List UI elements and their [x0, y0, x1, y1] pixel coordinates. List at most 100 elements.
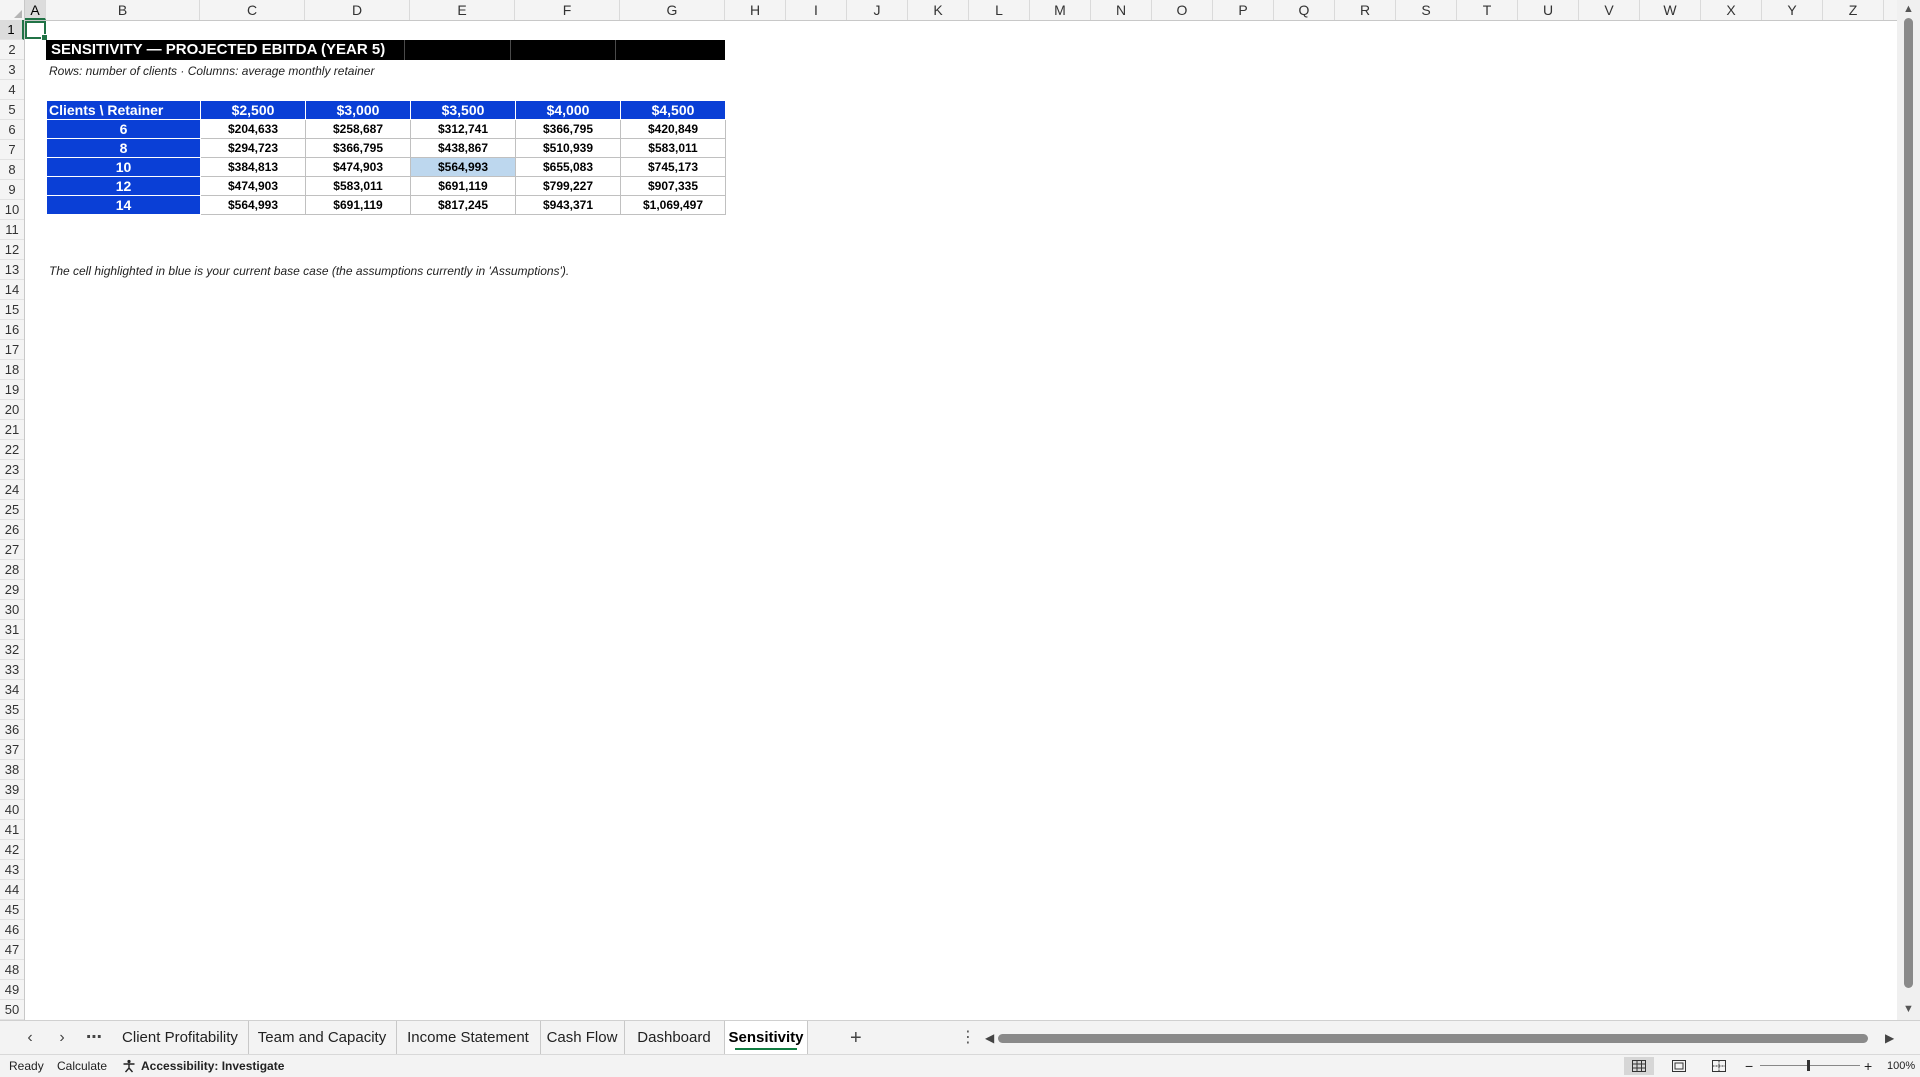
column-header-e[interactable]: E: [410, 0, 515, 20]
column-header-k[interactable]: K: [908, 0, 969, 20]
column-header-l[interactable]: L: [969, 0, 1030, 20]
ebitda-cell[interactable]: $420,849: [620, 119, 726, 139]
row-header-3[interactable]: 3: [0, 60, 24, 80]
row-header-42[interactable]: 42: [0, 840, 24, 860]
kebab-menu-icon[interactable]: ⋮: [960, 1021, 976, 1055]
ebitda-cell[interactable]: $474,903: [200, 176, 306, 196]
column-header-n[interactable]: N: [1091, 0, 1152, 20]
row-header-1[interactable]: 1: [0, 20, 24, 40]
row-header-50[interactable]: 50: [0, 1000, 24, 1020]
column-header-b[interactable]: B: [46, 0, 200, 20]
ebitda-cell[interactable]: $474,903: [305, 157, 411, 177]
clients-row-label[interactable]: 14: [46, 195, 201, 215]
row-header-27[interactable]: 27: [0, 540, 24, 560]
row-header-35[interactable]: 35: [0, 700, 24, 720]
row-header-22[interactable]: 22: [0, 440, 24, 460]
clients-row-label[interactable]: 8: [46, 138, 201, 158]
ebitda-cell[interactable]: $583,011: [305, 176, 411, 196]
ebitda-cell[interactable]: $438,867: [410, 138, 516, 158]
column-header-h[interactable]: H: [725, 0, 786, 20]
base-case-cell[interactable]: $564,993: [410, 157, 516, 177]
column-header-c[interactable]: C: [200, 0, 305, 20]
row-header-39[interactable]: 39: [0, 780, 24, 800]
row-header-10[interactable]: 10: [0, 200, 24, 220]
ebitda-cell[interactable]: $564,993: [200, 195, 306, 215]
retainer-header[interactable]: $4,500: [620, 100, 726, 120]
row-header-25[interactable]: 25: [0, 500, 24, 520]
ebitda-cell[interactable]: $366,795: [515, 119, 621, 139]
column-header-m[interactable]: M: [1030, 0, 1091, 20]
horizontal-scrollbar[interactable]: ◀ ▶: [985, 1021, 1895, 1055]
column-header-o[interactable]: O: [1152, 0, 1213, 20]
scroll-up-icon[interactable]: ▲: [1897, 0, 1920, 18]
zoom-slider-track[interactable]: [1760, 1065, 1860, 1066]
row-header-34[interactable]: 34: [0, 680, 24, 700]
plus-icon[interactable]: +: [850, 1021, 862, 1055]
row-header-2[interactable]: 2: [0, 40, 24, 60]
zoom-out-button[interactable]: −: [1745, 1055, 1753, 1077]
row-header-48[interactable]: 48: [0, 960, 24, 980]
row-header-43[interactable]: 43: [0, 860, 24, 880]
ebitda-cell[interactable]: $312,741: [410, 119, 516, 139]
column-header-u[interactable]: U: [1518, 0, 1579, 20]
ebitda-cell[interactable]: $943,371: [515, 195, 621, 215]
zoom-slider-thumb[interactable]: [1807, 1060, 1810, 1071]
ebitda-cell[interactable]: $204,633: [200, 119, 306, 139]
ellipsis-icon[interactable]: ⋯: [82, 1021, 106, 1055]
chevron-left-icon[interactable]: ‹: [18, 1021, 42, 1055]
column-header-r[interactable]: R: [1335, 0, 1396, 20]
scroll-right-icon[interactable]: ▶: [1885, 1021, 1894, 1055]
column-header-w[interactable]: W: [1640, 0, 1701, 20]
active-cell-selection[interactable]: [25, 21, 48, 41]
row-header-15[interactable]: 15: [0, 300, 24, 320]
row-header-44[interactable]: 44: [0, 880, 24, 900]
row-header-8[interactable]: 8: [0, 160, 24, 180]
row-header-31[interactable]: 31: [0, 620, 24, 640]
row-header-4[interactable]: 4: [0, 80, 24, 100]
normal-view-icon[interactable]: [1624, 1057, 1654, 1075]
accessibility-status[interactable]: Accessibility: Investigate: [141, 1055, 284, 1077]
row-header-37[interactable]: 37: [0, 740, 24, 760]
clients-row-label[interactable]: 6: [46, 119, 201, 139]
row-header-11[interactable]: 11: [0, 220, 24, 240]
row-header-6[interactable]: 6: [0, 120, 24, 140]
tab-team-and-capacity[interactable]: Team and Capacity: [248, 1021, 397, 1055]
column-header-g[interactable]: G: [620, 0, 725, 20]
ebitda-cell[interactable]: $907,335: [620, 176, 726, 196]
column-header-j[interactable]: J: [847, 0, 908, 20]
row-header-20[interactable]: 20: [0, 400, 24, 420]
row-header-13[interactable]: 13: [0, 260, 24, 280]
row-header-9[interactable]: 9: [0, 180, 24, 200]
row-header-32[interactable]: 32: [0, 640, 24, 660]
row-header-36[interactable]: 36: [0, 720, 24, 740]
row-header-26[interactable]: 26: [0, 520, 24, 540]
retainer-header[interactable]: $2,500: [200, 100, 306, 120]
tab-cash-flow[interactable]: Cash Flow: [540, 1021, 625, 1055]
ebitda-cell[interactable]: $655,083: [515, 157, 621, 177]
column-header-a[interactable]: A: [25, 0, 46, 20]
tab-client-profitability[interactable]: Client Profitability: [112, 1021, 249, 1055]
column-header-z[interactable]: Z: [1823, 0, 1884, 20]
zoom-level[interactable]: 100%: [1887, 1055, 1915, 1077]
zoom-in-button[interactable]: +: [1864, 1055, 1872, 1077]
column-header-s[interactable]: S: [1396, 0, 1457, 20]
ebitda-cell[interactable]: $799,227: [515, 176, 621, 196]
clients-row-label[interactable]: 12: [46, 176, 201, 196]
calculate-button[interactable]: Calculate: [57, 1055, 107, 1077]
retainer-header[interactable]: $4,000: [515, 100, 621, 120]
ebitda-cell[interactable]: $510,939: [515, 138, 621, 158]
ebitda-cell[interactable]: $817,245: [410, 195, 516, 215]
table-corner-label[interactable]: Clients \ Retainer: [46, 100, 201, 120]
worksheet-grid[interactable]: SENSITIVITY — PROJECTED EBITDA (YEAR 5) …: [25, 21, 1897, 1020]
ebitda-cell[interactable]: $366,795: [305, 138, 411, 158]
chevron-right-icon[interactable]: ›: [50, 1021, 74, 1055]
page-layout-view-icon[interactable]: [1664, 1057, 1694, 1075]
row-header-7[interactable]: 7: [0, 140, 24, 160]
accessibility-icon[interactable]: [122, 1055, 136, 1077]
row-header-45[interactable]: 45: [0, 900, 24, 920]
row-header-16[interactable]: 16: [0, 320, 24, 340]
column-header-y[interactable]: Y: [1762, 0, 1823, 20]
row-header-46[interactable]: 46: [0, 920, 24, 940]
row-header-18[interactable]: 18: [0, 360, 24, 380]
ebitda-cell[interactable]: $1,069,497: [620, 195, 726, 215]
